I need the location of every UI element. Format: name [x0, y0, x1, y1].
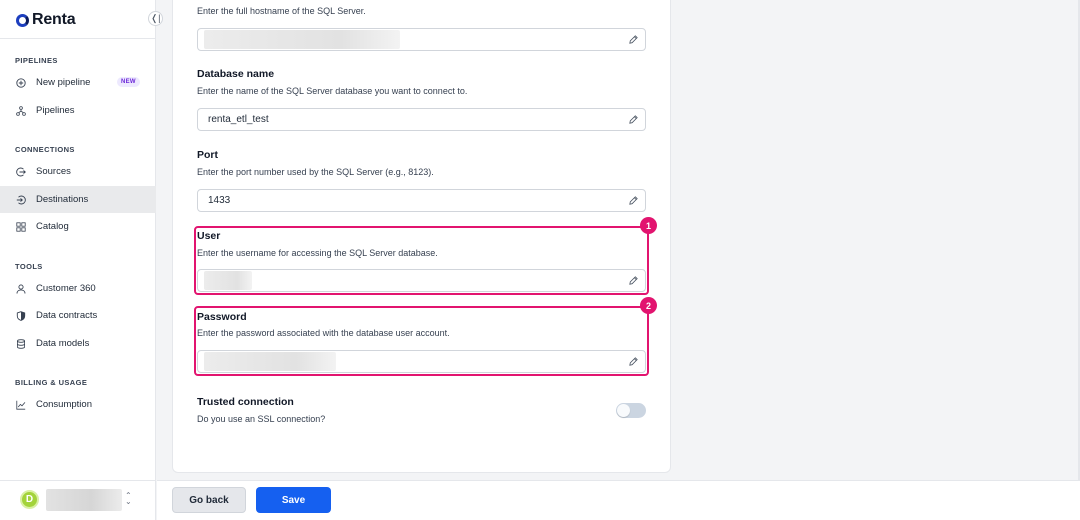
new-badge: NEW: [117, 77, 140, 87]
section-label-connections: CONNECTIONS: [15, 145, 75, 154]
annotation-marker-2: 2: [640, 297, 657, 314]
database-description: Enter the name of the SQL Server databas…: [197, 86, 468, 96]
edit-pencil-icon[interactable]: [628, 275, 639, 286]
destinations-icon: [16, 195, 26, 205]
sidebar-item-catalog[interactable]: Catalog: [0, 213, 156, 240]
sidebar-item-customer-360[interactable]: Customer 360: [0, 275, 156, 302]
sidebar-item-label: Pipelines: [36, 105, 75, 116]
toggle-knob: [617, 404, 630, 417]
chart-icon: [16, 400, 26, 410]
section-label-billing: BILLING & USAGE: [15, 378, 88, 387]
sidebar-item-destinations[interactable]: Destinations: [0, 186, 156, 213]
annotation-marker-1: 1: [640, 217, 657, 234]
shield-icon: [16, 310, 26, 321]
trusted-connection-toggle[interactable]: [616, 403, 646, 418]
sidebar-item-pipelines[interactable]: Pipelines: [0, 97, 156, 124]
sidebar-item-label: Data contracts: [36, 310, 98, 321]
collapse-icon: ❬|: [150, 13, 161, 23]
user-description: Enter the username for accessing the SQL…: [197, 248, 438, 258]
app-name: Renta: [32, 11, 76, 28]
go-back-button[interactable]: Go back: [172, 487, 246, 513]
sidebar-item-label: Catalog: [36, 221, 69, 232]
collapse-sidebar-button[interactable]: ❬|: [148, 11, 163, 26]
renta-logo-icon: [16, 13, 29, 27]
divider: [0, 480, 156, 481]
sidebar-item-label: Data models: [36, 338, 90, 349]
password-value-redacted: [204, 352, 336, 371]
port-description: Enter the port number used by the SQL Se…: [197, 167, 434, 177]
sidebar-item-label: Destinations: [36, 194, 89, 205]
sidebar-item-consumption[interactable]: Consumption: [0, 391, 156, 418]
sidebar-item-data-contracts[interactable]: Data contracts: [0, 302, 156, 329]
app-logo[interactable]: Renta: [16, 10, 76, 30]
database-input[interactable]: renta_etl_test: [197, 108, 646, 131]
account-switch-icon[interactable]: ⌃ ⌄: [125, 492, 132, 506]
section-label-tools: TOOLS: [15, 262, 43, 271]
password-input[interactable]: [197, 350, 646, 373]
edit-pencil-icon[interactable]: [628, 356, 639, 367]
trusted-connection-title: Trusted connection: [197, 396, 294, 408]
avatar[interactable]: D: [20, 490, 39, 509]
port-title: Port: [197, 149, 218, 161]
hostname-description: Enter the full hostname of the SQL Serve…: [197, 6, 366, 16]
trusted-connection-description: Do you use an SSL connection?: [197, 414, 326, 424]
port-input[interactable]: 1433: [197, 189, 646, 212]
edit-pencil-icon[interactable]: [628, 34, 639, 45]
edit-pencil-icon[interactable]: [628, 195, 639, 206]
port-value: 1433: [208, 195, 231, 206]
database-value: renta_etl_test: [208, 114, 269, 125]
sidebar-item-label: Customer 360: [36, 283, 96, 294]
save-button[interactable]: Save: [256, 487, 331, 513]
pipelines-icon: [16, 105, 26, 116]
user-icon: [16, 283, 26, 294]
plus-circle-icon: [16, 77, 26, 88]
hostname-value-redacted: [204, 30, 400, 49]
database-title: Database name: [197, 68, 275, 80]
sidebar-item-data-models[interactable]: Data models: [0, 330, 156, 357]
sidebar-item-label: New pipeline: [36, 77, 91, 88]
hostname-input[interactable]: [197, 28, 646, 51]
section-label-pipelines: PIPELINES: [15, 56, 58, 65]
divider: [0, 38, 156, 39]
sources-icon: [16, 167, 26, 177]
password-description: Enter the password associated with the d…: [197, 328, 450, 338]
password-title: Password: [197, 311, 247, 323]
account-name-redacted: [46, 489, 122, 511]
database-icon: [16, 338, 26, 349]
user-input[interactable]: [197, 269, 646, 292]
sidebar-item-label: Sources: [36, 166, 71, 177]
user-value-redacted: [204, 271, 252, 290]
catalog-icon: [16, 221, 26, 232]
sidebar-item-label: Consumption: [36, 399, 92, 410]
edit-pencil-icon[interactable]: [628, 114, 639, 125]
sidebar: Renta PIPELINES New pipeline NEW Pipelin…: [0, 0, 156, 520]
sidebar-item-new-pipeline[interactable]: New pipeline NEW: [0, 69, 156, 96]
user-title: User: [197, 230, 221, 242]
sidebar-item-sources[interactable]: Sources: [0, 158, 156, 185]
